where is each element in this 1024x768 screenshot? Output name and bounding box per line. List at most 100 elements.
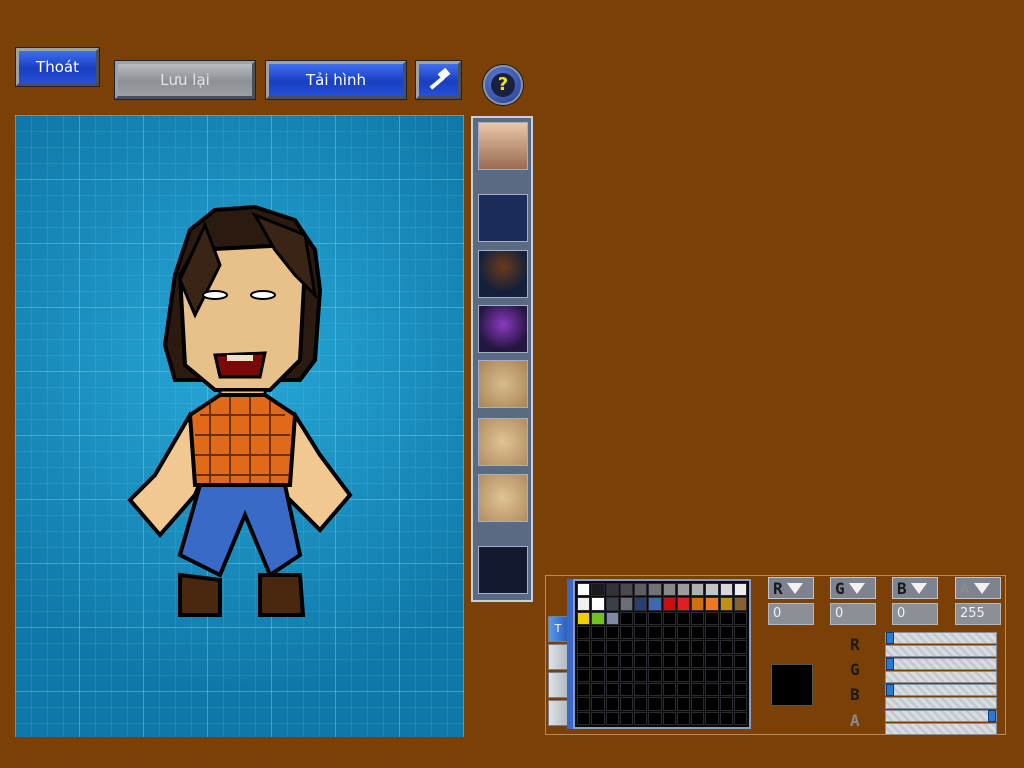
palette-cell[interactable]: [676, 640, 690, 654]
palette-cell[interactable]: [662, 640, 676, 654]
save-button[interactable]: Lưu lại: [115, 61, 255, 99]
palette-cell[interactable]: [662, 611, 676, 625]
palette-cell[interactable]: [733, 683, 747, 697]
palette-cell[interactable]: [676, 683, 690, 697]
palette-cell[interactable]: [634, 668, 648, 683]
palette-cell[interactable]: [619, 711, 633, 725]
palette-cell[interactable]: [691, 697, 705, 711]
palette-cell[interactable]: [591, 583, 605, 597]
channel-g-value[interactable]: 0: [830, 603, 876, 625]
palette-cell[interactable]: [634, 640, 648, 654]
palette-cell[interactable]: [605, 583, 619, 597]
palette-cell[interactable]: [719, 611, 733, 625]
palette-cell[interactable]: [605, 654, 619, 668]
palette-cell[interactable]: [634, 711, 648, 725]
palette-tab-3[interactable]: [548, 672, 568, 698]
palette-cell[interactable]: [705, 697, 719, 711]
palette-cell[interactable]: [662, 697, 676, 711]
palette-cell[interactable]: [705, 668, 719, 683]
hair-thumb[interactable]: [478, 250, 528, 298]
slider-g[interactable]: [885, 658, 997, 670]
palette-cell[interactable]: [705, 683, 719, 697]
palette-cell[interactable]: [605, 625, 619, 640]
slider-g-track[interactable]: [885, 671, 997, 683]
palette-cell[interactable]: [605, 683, 619, 697]
palette-tab-1[interactable]: T: [548, 616, 568, 642]
palette-cell[interactable]: [619, 668, 633, 683]
palette-cell[interactable]: [648, 654, 662, 668]
palette-cell[interactable]: [662, 625, 676, 640]
palette-cell[interactable]: [719, 583, 733, 597]
palette-tab-2[interactable]: [548, 644, 568, 670]
exit-button[interactable]: Thoát: [16, 48, 99, 86]
palette-cell[interactable]: [577, 711, 591, 725]
palette-cell[interactable]: [605, 697, 619, 711]
palette-cell[interactable]: [591, 597, 605, 611]
palette-cell[interactable]: [733, 583, 747, 597]
palette-cell[interactable]: [662, 597, 676, 611]
palette-cell[interactable]: [634, 583, 648, 597]
palette-cell[interactable]: [619, 697, 633, 711]
palette-cell[interactable]: [662, 683, 676, 697]
palette-cell[interactable]: [691, 611, 705, 625]
slider-g-thumb[interactable]: [886, 658, 894, 670]
palette-cell[interactable]: [691, 583, 705, 597]
palette-cell[interactable]: [577, 597, 591, 611]
eyes-thumb[interactable]: [478, 360, 528, 408]
palette-cell[interactable]: [577, 654, 591, 668]
empty-slot-1[interactable]: [478, 194, 528, 242]
palette-cell[interactable]: [676, 654, 690, 668]
palette-cell[interactable]: [605, 611, 619, 625]
palette-cell[interactable]: [719, 597, 733, 611]
help-button[interactable]: ?: [483, 65, 523, 105]
palette-cell[interactable]: [719, 654, 733, 668]
palette-cell[interactable]: [705, 654, 719, 668]
palette-cell[interactable]: [662, 654, 676, 668]
channel-b-dropdown[interactable]: B: [892, 577, 938, 599]
palette-cell[interactable]: [634, 597, 648, 611]
palette-cell[interactable]: [648, 697, 662, 711]
palette-cell[interactable]: [634, 625, 648, 640]
palette-cell[interactable]: [676, 711, 690, 725]
palette-cell[interactable]: [676, 597, 690, 611]
palette-cell[interactable]: [648, 711, 662, 725]
palette-cell[interactable]: [591, 625, 605, 640]
palette-cell[interactable]: [648, 625, 662, 640]
slider-a-thumb[interactable]: [988, 710, 996, 722]
palette-cell[interactable]: [719, 625, 733, 640]
palette-cell[interactable]: [676, 697, 690, 711]
reload-image-button[interactable]: Tải hình: [266, 61, 406, 99]
palette-cell[interactable]: [676, 668, 690, 683]
palette-cell[interactable]: [577, 697, 591, 711]
palette-cell[interactable]: [705, 711, 719, 725]
palette-cell[interactable]: [577, 683, 591, 697]
channel-r-dropdown[interactable]: R: [768, 577, 814, 599]
palette-cell[interactable]: [676, 625, 690, 640]
channel-b-value[interactable]: 0: [892, 603, 938, 625]
channel-a-dropdown[interactable]: A: [955, 577, 1001, 599]
palette-cell[interactable]: [733, 668, 747, 683]
palette-cell[interactable]: [719, 697, 733, 711]
palette-cell[interactable]: [619, 597, 633, 611]
slider-b[interactable]: [885, 684, 997, 696]
palette-cell[interactable]: [577, 640, 591, 654]
palette-cell[interactable]: [634, 683, 648, 697]
palette-cell[interactable]: [691, 668, 705, 683]
palette-cell[interactable]: [648, 683, 662, 697]
palette-cell[interactable]: [648, 640, 662, 654]
palette-cell[interactable]: [705, 640, 719, 654]
palette-cell[interactable]: [648, 597, 662, 611]
palette-cell[interactable]: [634, 611, 648, 625]
palette-cell[interactable]: [733, 597, 747, 611]
palette-cell[interactable]: [733, 697, 747, 711]
palette-cell[interactable]: [591, 697, 605, 711]
face-portrait-thumb[interactable]: [478, 122, 528, 170]
palette-cell[interactable]: [691, 711, 705, 725]
slider-r[interactable]: [885, 632, 997, 644]
palette-cell[interactable]: [691, 654, 705, 668]
palette-cell[interactable]: [719, 640, 733, 654]
slider-r-thumb[interactable]: [886, 632, 894, 644]
face-thumb[interactable]: [478, 474, 528, 522]
palette-cell[interactable]: [691, 640, 705, 654]
palette-cell[interactable]: [691, 683, 705, 697]
